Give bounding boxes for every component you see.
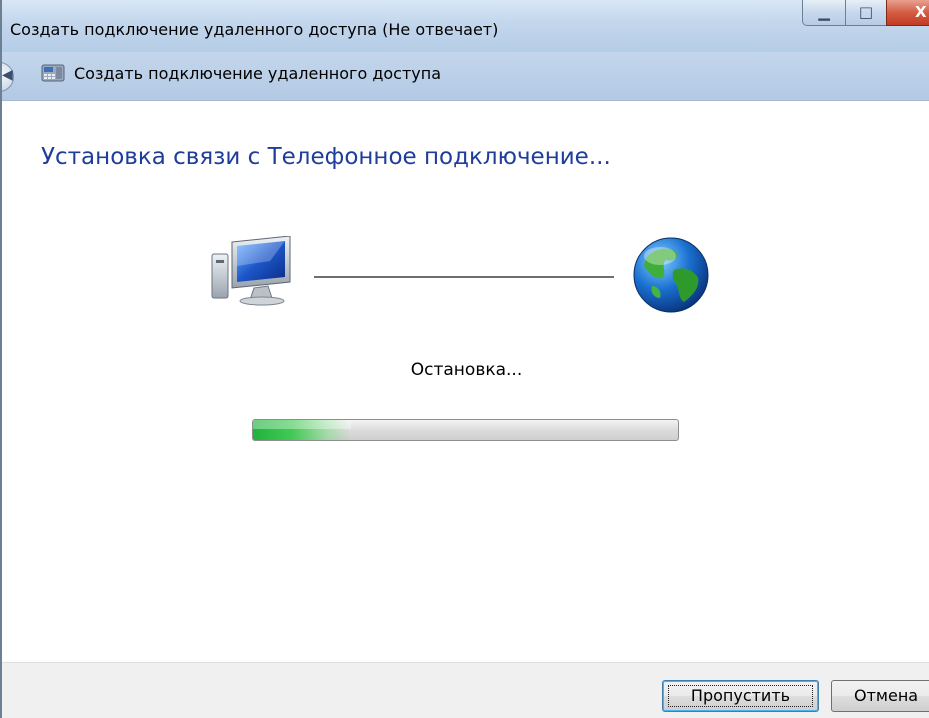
status-text: Остановка... xyxy=(410,360,523,380)
maximize-icon: □ xyxy=(858,3,874,21)
connection-line xyxy=(314,276,614,278)
skip-button[interactable]: Пропустить xyxy=(662,680,819,712)
globe-icon xyxy=(633,237,709,313)
cancel-button[interactable]: Отмена xyxy=(831,680,929,712)
cancel-button-label: Отмена xyxy=(854,686,919,705)
progress-bar xyxy=(252,419,679,441)
page-heading: Установка связи с Телефонное подключение… xyxy=(41,144,611,170)
minimize-icon: ▁ xyxy=(818,3,830,21)
back-arrow-icon: ◀ xyxy=(2,67,13,83)
back-button[interactable]: ◀ xyxy=(2,62,14,92)
computer-icon xyxy=(211,236,291,306)
window-title: Создать подключение удаленного доступа (… xyxy=(10,20,499,39)
dialog-window: Создать подключение удаленного доступа (… xyxy=(0,0,929,718)
minimize-button[interactable]: ▁ xyxy=(802,0,846,26)
close-button[interactable]: X xyxy=(886,0,929,26)
progress-fill xyxy=(253,420,351,440)
close-icon: X xyxy=(915,3,927,21)
skip-button-label: Пропустить xyxy=(690,686,791,705)
title-bar[interactable]: Создать подключение удаленного доступа (… xyxy=(2,0,929,52)
wizard-header-title: Создать подключение удаленного доступа xyxy=(74,64,442,83)
maximize-button[interactable]: □ xyxy=(845,0,887,26)
dialup-phone-icon xyxy=(41,64,65,82)
